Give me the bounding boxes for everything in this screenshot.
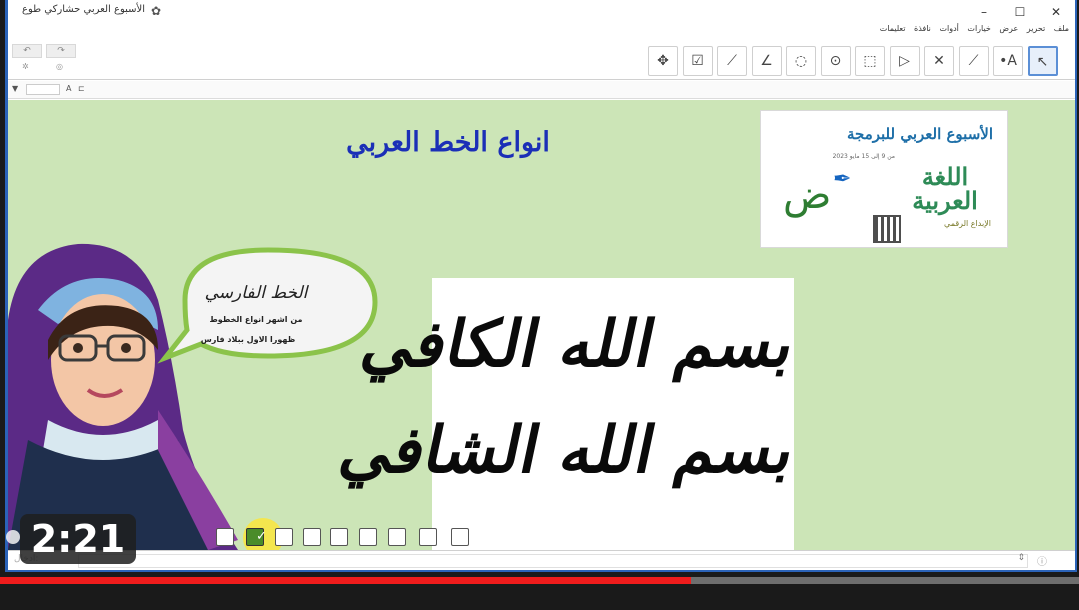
point-tool-icon[interactable]: •A <box>993 46 1023 76</box>
window-title: الأسبوع العربي حشاركي طوع <box>22 4 145 15</box>
menu-tools[interactable]: أدوات <box>939 24 958 33</box>
video-progress-bar[interactable] <box>0 577 1079 584</box>
checkbox-tool-icon[interactable]: ☑ <box>682 46 713 76</box>
banner-digital-creativity: الإبداع الرقمي <box>944 219 991 228</box>
slide-checkbox-4[interactable] <box>303 528 321 546</box>
bubble-title: الخط الفارسي <box>204 283 308 303</box>
menu-window[interactable]: نافذة <box>914 24 931 33</box>
redo-icon[interactable]: ↷ <box>46 44 76 58</box>
calligraphy-image: بسم الله الكافي بسم الله الشافي <box>333 278 802 550</box>
circle-center-icon[interactable]: ⊙ <box>820 46 851 76</box>
title-bar: ✿ الأسبوع العربي حشاركي طوع – ☐ ✕ <box>8 0 1075 24</box>
settings-icon[interactable]: ✲ <box>22 62 29 71</box>
reflect-line-icon[interactable]: ⟋ <box>717 46 747 76</box>
slide-checkbox-3[interactable] <box>275 528 293 546</box>
banner-date: من 9 إلى 15 مايو 2023 <box>832 153 895 160</box>
qr-code-icon <box>873 215 901 243</box>
move-graphics-icon[interactable]: ✥ <box>648 46 678 76</box>
menu-options[interactable]: خيارات <box>967 24 990 33</box>
banner-dad-letter: ض <box>783 172 832 218</box>
line-tool-icon[interactable]: ⟋ <box>958 46 989 76</box>
menu-bar: ملف تحرير عرض خيارات أدوات نافذة تعليمات <box>8 24 1075 38</box>
graphics-view[interactable]: انواع الخط العربي الأسبوع العربي للبرمجة… <box>8 100 1075 558</box>
calligraphy-line1: بسم الله الكافي <box>355 307 803 382</box>
slide-checkbox-8[interactable] <box>419 528 437 546</box>
menu-edit[interactable]: تحرير <box>1027 24 1045 33</box>
move-tool-icon[interactable]: ↖ <box>1027 46 1058 76</box>
perpendicular-line-icon[interactable]: ✕ <box>924 46 954 76</box>
slide-checkbox-5[interactable] <box>330 528 348 546</box>
menu-view[interactable]: عرض <box>999 24 1018 33</box>
slide-checkbox-6[interactable] <box>359 528 377 546</box>
close-icon[interactable]: ✕ <box>1042 2 1070 22</box>
help-icon[interactable]: ◎ <box>56 62 63 71</box>
color-swatch[interactable] <box>26 84 60 95</box>
play-indicator-icon[interactable] <box>6 530 20 544</box>
slide-checkbox-1[interactable] <box>216 528 234 546</box>
style-bar: ▼ A ⊏ <box>8 81 1075 99</box>
polygon-icon[interactable]: ▷ <box>889 46 920 76</box>
calligraphy-line2: بسم الله الشافي <box>333 413 803 488</box>
video-frame: ✿ الأسبوع العربي حشاركي طوع – ☐ ✕ ملف تح… <box>0 0 1079 610</box>
maximize-icon[interactable]: ☐ <box>1006 2 1034 22</box>
polygon-tool-icon[interactable]: ⬚ <box>855 46 885 76</box>
menu-file[interactable]: ملف <box>1054 24 1069 33</box>
input-bar: ادخال: ⇕ ⓘ <box>8 550 1075 570</box>
event-banner: الأسبوع العربي للبرمجة من 9 إلى 15 مايو … <box>760 110 1008 248</box>
speech-bubble <box>157 247 378 364</box>
minimize-icon[interactable]: – <box>970 2 998 22</box>
banner-title: الأسبوع العربي للبرمجة <box>847 125 993 143</box>
app-logo-icon: ✿ <box>151 4 162 18</box>
bubble-text-line2: ظهورا الاول ببلاد فارس <box>200 335 296 344</box>
undo-icon[interactable]: ↶ <box>12 44 42 58</box>
angle-tool-icon[interactable]: ∠ <box>751 46 782 76</box>
checkmark-icon: ✓ <box>256 529 267 544</box>
spinner-icon[interactable]: ⇕ <box>1017 553 1025 563</box>
slide-checkbox-9[interactable] <box>451 528 469 546</box>
input-field[interactable] <box>78 554 1028 568</box>
label-style-icon[interactable]: ⊏ <box>78 84 85 93</box>
bubble-text-line1: من اشهر انواع الخطوط <box>209 315 303 324</box>
video-time: 2:21 <box>20 514 136 564</box>
video-progress-fill <box>0 577 691 584</box>
slide-checkbox-7[interactable] <box>388 528 406 546</box>
menu-help[interactable]: تعليمات <box>880 24 906 33</box>
circle-three-points-icon[interactable]: ◌ <box>786 46 816 76</box>
banner-arabic-language: اللغة العربية <box>912 162 978 215</box>
font-size-icon[interactable]: A <box>66 84 71 93</box>
input-help-icon[interactable]: ⓘ <box>1037 553 1047 568</box>
toolbar: ↶ ↷ ✲ ◎ ✥ ☑ ⟋ ∠ ◌ ⊙ ⬚ ▷ ✕ ⟋ •A ↖ <box>8 40 1075 80</box>
geogebra-window: ✿ الأسبوع العربي حشاركي طوع – ☐ ✕ ملف تح… <box>8 0 1075 570</box>
page-title: انواع الخط العربي <box>346 127 550 158</box>
stylebar-toggle-icon[interactable]: ▼ <box>12 84 18 93</box>
quill-icon: ✒ <box>833 167 852 192</box>
